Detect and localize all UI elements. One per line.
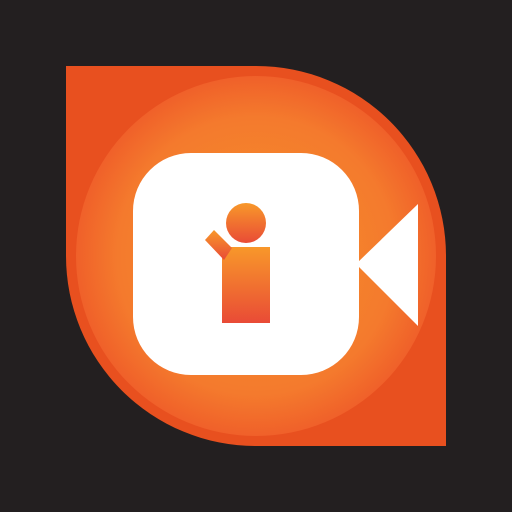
app-icon-graphic xyxy=(0,0,512,512)
app-icon xyxy=(0,0,512,512)
person-head xyxy=(226,203,266,243)
person-body xyxy=(222,247,270,323)
